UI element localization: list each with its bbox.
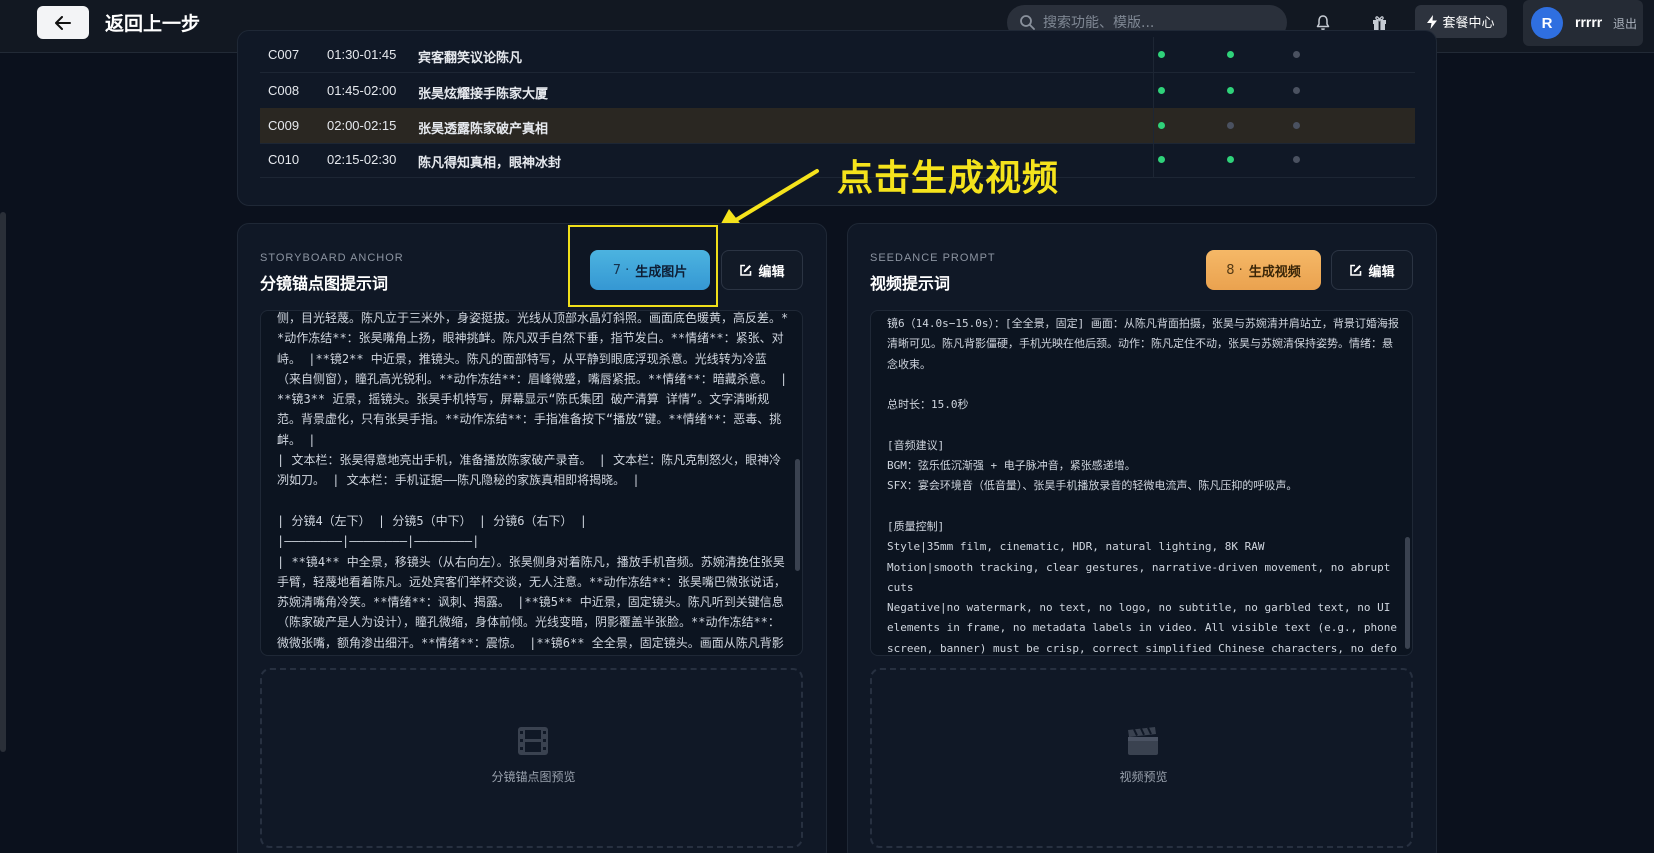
username: rrrrr bbox=[1575, 14, 1603, 30]
video-preview-label: 视频预览 bbox=[1119, 770, 1168, 784]
status-dot bbox=[1158, 87, 1165, 94]
video-edit-label: 编辑 bbox=[1368, 264, 1395, 280]
film-icon bbox=[518, 727, 548, 755]
scene-time: 02:00-02:15 bbox=[327, 118, 397, 133]
video-prompt-textarea[interactable]: 镜6（14.0s−15.0s）：[全全景，固定] 画面：从陈凡背面拍摄，张昊与苏… bbox=[870, 310, 1413, 656]
page-scrollbar[interactable] bbox=[0, 212, 6, 752]
scene-time: 02:15-02:30 bbox=[327, 152, 397, 167]
bell-icon bbox=[1316, 14, 1330, 30]
scene-description: 陈凡得知真相，眼神冰封 bbox=[418, 156, 562, 171]
generate-video-label: 生成视频 bbox=[1248, 264, 1301, 280]
scene-id: C009 bbox=[268, 118, 300, 133]
table-row[interactable]: C009 02:00-02:15 张昊透露陈家破产真相 bbox=[260, 108, 1415, 144]
status-dot bbox=[1227, 122, 1234, 129]
edit-icon bbox=[1350, 264, 1362, 276]
video-preview: 视频预览 bbox=[870, 668, 1413, 848]
generate-video-button[interactable]: 8 · 生成视频 bbox=[1206, 250, 1321, 290]
status-dot bbox=[1293, 51, 1300, 58]
scene-id: C010 bbox=[268, 152, 300, 167]
storyboard-edit-button[interactable]: 编辑 bbox=[721, 250, 803, 290]
back-title: 返回上一步 bbox=[105, 14, 201, 35]
table-row[interactable]: C007 01:30-01:45 宾客翻笑议论陈凡 bbox=[260, 37, 1415, 73]
storyboard-edit-label: 编辑 bbox=[758, 264, 785, 280]
gift-icon bbox=[1372, 15, 1386, 30]
video-scrollbar[interactable] bbox=[1405, 537, 1410, 649]
status-dot bbox=[1293, 122, 1300, 129]
search-input[interactable] bbox=[1043, 14, 1273, 31]
video-prompt-text: 镜6（14.0s−15.0s）：[全全景，固定] 画面：从陈凡背面拍摄，张昊与苏… bbox=[887, 317, 1399, 655]
video-eyebrow: SEEDANCE PROMPT bbox=[870, 252, 996, 264]
edit-icon bbox=[740, 264, 752, 276]
generate-video-step: 8 · bbox=[1226, 262, 1243, 278]
scene-description: 张昊炫耀接手陈家大厦 bbox=[418, 87, 549, 102]
annotation-text: 点击生成视频 bbox=[837, 158, 1060, 199]
status-dot bbox=[1158, 122, 1165, 129]
storyboard-prompt-text: 侧，目光轻蔑。陈凡立于三米外，身姿挺拔。光线从顶部水晶灯斜照。画面底色暖黄，高反… bbox=[277, 311, 789, 650]
column-divider bbox=[1153, 73, 1154, 109]
scene-description: 宾客翻笑议论陈凡 bbox=[418, 51, 523, 66]
status-dot bbox=[1227, 156, 1234, 163]
column-divider bbox=[1153, 108, 1154, 144]
scene-time: 01:45-02:00 bbox=[327, 83, 397, 98]
scene-id: C008 bbox=[268, 83, 300, 98]
search-icon bbox=[1020, 15, 1035, 30]
scene-id: C007 bbox=[268, 47, 300, 62]
arrow-left-icon bbox=[55, 15, 71, 30]
annotation-highlight-box bbox=[568, 225, 718, 307]
storyboard-prompt-textarea[interactable]: 侧，目光轻蔑。陈凡立于三米外，身姿挺拔。光线从顶部水晶灯斜照。画面底色暖黄，高反… bbox=[260, 310, 803, 656]
table-row[interactable]: C008 01:45-02:00 张昊炫耀接手陈家大厦 bbox=[260, 73, 1415, 109]
lightning-icon bbox=[1427, 14, 1438, 29]
package-center-label: 套餐中心 bbox=[1442, 16, 1495, 31]
status-dot bbox=[1293, 156, 1300, 163]
video-title: 视频提示词 bbox=[870, 274, 951, 293]
status-dot bbox=[1227, 87, 1234, 94]
storyboard-scrollbar[interactable] bbox=[795, 459, 800, 571]
storyboard-preview: 分镜锚点图预览 bbox=[260, 668, 803, 848]
scene-time: 01:30-01:45 bbox=[327, 47, 397, 62]
status-dot bbox=[1158, 156, 1165, 163]
storyboard-title: 分镜锚点图提示词 bbox=[260, 274, 389, 293]
storyboard-panel: STORYBOARD ANCHOR 分镜锚点图提示词 7 · 生成图片 编辑 侧… bbox=[237, 223, 827, 853]
scene-description: 张昊透露陈家破产真相 bbox=[418, 122, 549, 137]
column-divider bbox=[1153, 142, 1154, 178]
back-button[interactable] bbox=[37, 6, 89, 39]
status-dot bbox=[1227, 51, 1234, 58]
status-dot bbox=[1293, 87, 1300, 94]
status-dot bbox=[1158, 51, 1165, 58]
avatar[interactable]: R bbox=[1531, 7, 1563, 39]
storyboard-eyebrow: STORYBOARD ANCHOR bbox=[260, 252, 404, 264]
storyboard-preview-label: 分镜锚点图预览 bbox=[491, 770, 576, 784]
logout-link[interactable]: 退出 bbox=[1613, 15, 1637, 32]
video-panel: SEEDANCE PROMPT 视频提示词 8 · 生成视频 编辑 镜6（14.… bbox=[847, 223, 1437, 853]
user-menu[interactable]: R rrrrr 退出 bbox=[1523, 0, 1643, 46]
clapperboard-icon bbox=[1128, 727, 1158, 755]
column-divider bbox=[1153, 37, 1154, 73]
video-edit-button[interactable]: 编辑 bbox=[1331, 250, 1413, 290]
